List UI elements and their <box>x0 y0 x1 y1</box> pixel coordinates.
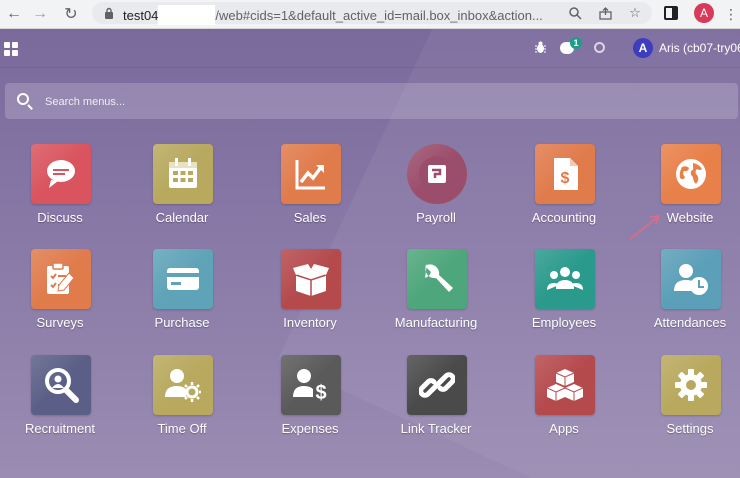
app-tile-purchase[interactable]: Purchase <box>122 249 242 349</box>
url-path: /web#cids=1&default_active_id=mail.box_i… <box>215 8 543 23</box>
app-tile-label: Apps <box>549 421 579 436</box>
payroll-icon[interactable] <box>407 144 467 204</box>
app-tile-attendances[interactable]: Attendances <box>630 249 740 349</box>
app-tile-manufacturing[interactable]: Manufacturing <box>376 249 496 349</box>
search-menus-bar[interactable] <box>5 83 738 119</box>
annotation-arrow <box>629 215 661 240</box>
app-tile-inventory[interactable]: Inventory <box>250 249 370 349</box>
sales-icon[interactable] <box>281 144 341 204</box>
url-host: test04 <box>123 8 159 23</box>
recruitment-icon[interactable] <box>31 355 91 415</box>
app-tile-time-off[interactable]: Time Off <box>122 355 242 455</box>
url-text: test04/web#cids=1&default_active_id=mail… <box>123 5 543 25</box>
redacted-region <box>158 5 216 25</box>
surveys-icon[interactable] <box>31 249 91 309</box>
menu-kebab-icon[interactable]: ⋮ <box>724 4 738 24</box>
app-tile-label: Sales <box>293 210 327 225</box>
app-tile-calendar[interactable]: Calendar <box>122 144 242 244</box>
app-tile-label: Expenses <box>281 421 339 436</box>
app-tile-label: Purchase <box>154 315 210 330</box>
svg-text:$: $ <box>315 382 326 403</box>
app-tile-accounting[interactable]: $ Accounting <box>504 144 624 244</box>
app-tile-payroll[interactable]: Payroll <box>376 144 496 244</box>
top-navbar: 1 A Aris (cb07-try06) <box>0 29 740 68</box>
employees-icon[interactable] <box>535 249 595 309</box>
app-tile-label: Time Off <box>157 421 207 436</box>
back-icon[interactable]: ← <box>4 4 24 24</box>
discuss-icon[interactable] <box>31 144 91 204</box>
link-tracker-icon[interactable] <box>407 355 467 415</box>
activity-clock-icon[interactable] <box>594 42 605 53</box>
app-tile-label: Recruitment <box>24 421 96 436</box>
forward-icon[interactable]: → <box>30 4 50 24</box>
app-tile-recruitment[interactable]: Recruitment <box>0 355 120 455</box>
inventory-icon[interactable] <box>281 249 341 309</box>
manufacturing-icon[interactable] <box>407 249 467 309</box>
app-tile-sales[interactable]: Sales <box>250 144 370 244</box>
app-tile-label: Inventory <box>283 315 337 330</box>
app-tile-label: Link Tracker <box>400 421 472 436</box>
expenses-icon[interactable]: $ <box>281 355 341 415</box>
user-menu-name[interactable]: Aris (cb07-try06) <box>659 41 740 55</box>
app-tile-label: Surveys <box>36 315 84 330</box>
calendar-icon[interactable] <box>153 144 213 204</box>
app-tile-label: Accounting <box>531 210 597 225</box>
app-tile-label: Settings <box>666 421 714 436</box>
attendances-icon[interactable] <box>661 249 721 309</box>
purchase-icon[interactable] <box>153 249 213 309</box>
share-icon[interactable] <box>596 4 614 22</box>
app-switcher-icon[interactable] <box>4 42 18 56</box>
home-menu: 1 A Aris (cb07-try06) Discuss Calendar Sal… <box>0 29 740 478</box>
app-tile-employees[interactable]: Employees <box>504 249 624 349</box>
messaging-badge: 1 <box>570 37 582 49</box>
app-tile-surveys[interactable]: Surveys <box>0 249 120 349</box>
zoom-icon[interactable] <box>566 4 584 22</box>
settings-icon[interactable] <box>661 355 721 415</box>
app-tile-label: Payroll <box>416 210 456 225</box>
app-tile-settings[interactable]: Settings <box>630 355 740 455</box>
app-tile-expenses[interactable]: $ Expenses <box>250 355 370 455</box>
side-panel-icon[interactable] <box>664 6 678 20</box>
time-off-icon[interactable] <box>153 355 213 415</box>
accounting-icon[interactable]: $ <box>535 144 595 204</box>
app-tile-label: Manufacturing <box>394 315 478 330</box>
search-menus-input[interactable] <box>43 91 727 113</box>
profile-avatar[interactable]: A <box>694 3 714 23</box>
app-tile-link-tracker[interactable]: Link Tracker <box>376 355 496 455</box>
debug-bug-icon[interactable] <box>534 41 548 55</box>
search-icon <box>17 93 29 105</box>
app-tile-label: Calendar <box>155 210 209 225</box>
app-tile-label: Attendances <box>653 315 727 330</box>
browser-toolbar: ← → ↻ test04/web#cids=1&default_active_i… <box>0 0 740 29</box>
lock-icon[interactable] <box>100 4 118 22</box>
bookmark-star-icon[interactable]: ☆ <box>626 4 644 22</box>
reload-icon[interactable]: ↻ <box>61 4 81 24</box>
address-bar[interactable]: test04/web#cids=1&default_active_id=mail… <box>92 2 652 25</box>
apps-icon[interactable] <box>535 355 595 415</box>
app-tile-label: Discuss <box>37 210 83 225</box>
app-tile-label: Employees <box>531 315 597 330</box>
website-icon[interactable] <box>661 144 721 204</box>
svg-text:$: $ <box>561 170 570 187</box>
app-tile-apps[interactable]: Apps <box>504 355 624 455</box>
app-tile-discuss[interactable]: Discuss <box>0 144 120 244</box>
user-avatar[interactable]: A <box>633 38 653 58</box>
